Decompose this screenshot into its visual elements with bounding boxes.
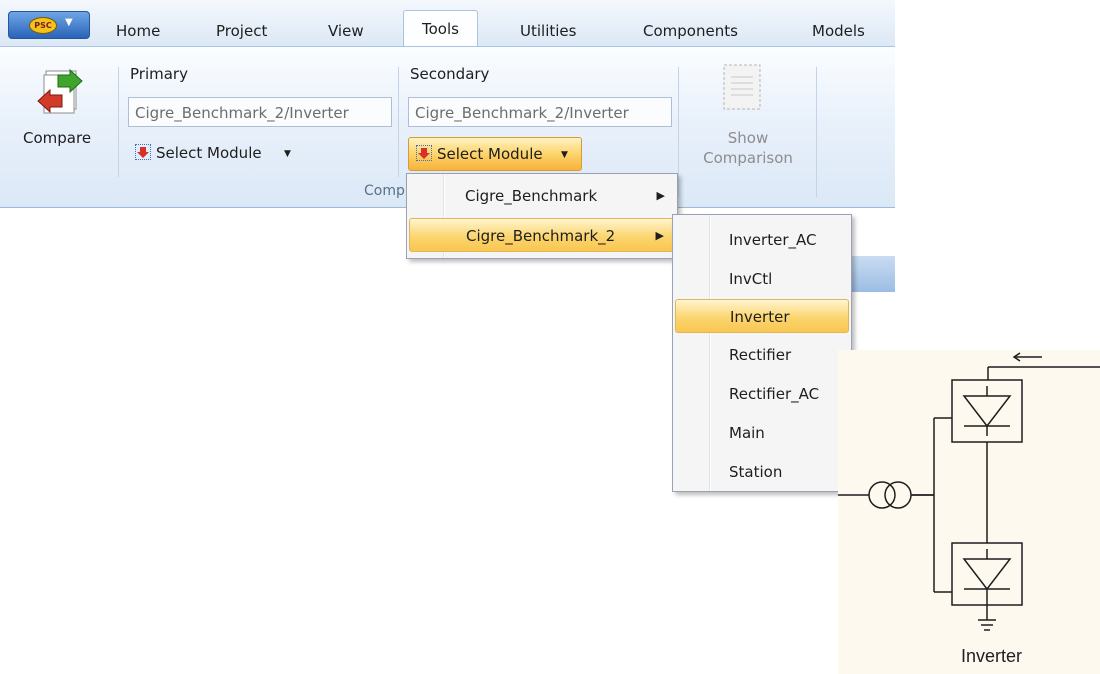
secondary-select-module-label: Select Module xyxy=(437,145,543,163)
secondary-module-field[interactable]: Cigre_Benchmark_2/Inverter xyxy=(408,97,672,127)
menu-item-label: Inverter xyxy=(730,308,790,326)
inverter-schematic xyxy=(838,352,1100,631)
primary-label: Primary xyxy=(130,65,188,83)
ribbon-tab-bar: PSC ▼ Home Project View Tools Utilities … xyxy=(0,0,895,47)
menu-item-label: Inverter_AC xyxy=(729,231,817,249)
tab-models[interactable]: Models xyxy=(812,22,865,40)
chevron-down-icon: ▼ xyxy=(561,150,568,160)
chevron-right-icon: ▶ xyxy=(656,189,665,202)
document-icon xyxy=(723,64,761,110)
secondary-select-module-button[interactable]: Select Module ▼ xyxy=(408,137,582,171)
inverter-module-diagram[interactable]: Inverter xyxy=(838,350,1100,674)
menu-item-main[interactable]: Main xyxy=(675,416,849,450)
group-divider xyxy=(816,67,817,197)
secondary-label: Secondary xyxy=(410,65,490,83)
primary-select-module-label: Select Module xyxy=(156,144,262,162)
chevron-down-icon: ▼ xyxy=(65,17,73,28)
select-module-icon xyxy=(135,144,151,160)
group-divider xyxy=(118,67,119,177)
diagram-label: Inverter xyxy=(961,646,1023,666)
application-menu-button[interactable]: PSC ▼ xyxy=(8,11,90,39)
menu-item-label: Cigre_Benchmark_2 xyxy=(466,227,616,245)
menu-item-rectifier[interactable]: Rectifier xyxy=(675,338,849,372)
compare-icon xyxy=(37,68,83,114)
tab-view[interactable]: View xyxy=(328,22,364,40)
menu-item-inverter-ac[interactable]: Inverter_AC xyxy=(675,223,849,257)
primary-select-module-button[interactable]: Select Module ▼ xyxy=(128,137,308,169)
module-submenu: Inverter_AC InvCtl Inverter Rectifier Re… xyxy=(672,214,852,492)
primary-module-field[interactable]: Cigre_Benchmark_2/Inverter xyxy=(128,97,392,127)
project-menu: Cigre_Benchmark ▶ Cigre_Benchmark_2 ▶ xyxy=(406,173,678,259)
show-comparison-label-line2: Comparison xyxy=(703,149,793,167)
show-comparison-label-line1: Show xyxy=(727,129,769,147)
menu-item-label: Station xyxy=(729,463,783,481)
menu-item-invctl[interactable]: InvCtl xyxy=(675,262,849,296)
tab-project[interactable]: Project xyxy=(216,22,267,40)
chevron-right-icon: ▶ xyxy=(655,229,664,242)
chevron-down-icon: ▼ xyxy=(284,149,291,159)
menu-item-label: InvCtl xyxy=(729,270,773,288)
group-divider xyxy=(398,67,399,177)
menu-item-station[interactable]: Station xyxy=(675,455,849,489)
menu-item-label: Cigre_Benchmark xyxy=(465,187,598,205)
tab-components[interactable]: Components xyxy=(643,22,738,40)
tab-utilities[interactable]: Utilities xyxy=(520,22,576,40)
compare-label: Compare xyxy=(23,129,92,147)
menu-item-label: Rectifier xyxy=(729,346,792,364)
menu-item-inverter[interactable]: Inverter xyxy=(675,299,849,333)
group-divider xyxy=(678,67,679,197)
compare-button[interactable]: Compare xyxy=(20,65,110,155)
menu-item-label: Main xyxy=(729,424,765,442)
menu-item-rectifier-ac[interactable]: Rectifier_AC xyxy=(675,377,849,411)
menu-item-label: Rectifier_AC xyxy=(729,385,820,403)
ribbon-group-label: Comp xyxy=(364,183,405,199)
tab-home[interactable]: Home xyxy=(116,22,160,40)
menu-item-cigre-benchmark[interactable]: Cigre_Benchmark ▶ xyxy=(409,179,675,213)
app-logo-icon: PSC xyxy=(29,17,57,34)
select-module-icon xyxy=(416,145,432,161)
show-comparison-button[interactable]: Show Comparison xyxy=(686,57,810,177)
menu-item-cigre-benchmark-2[interactable]: Cigre_Benchmark_2 ▶ xyxy=(409,218,675,252)
tab-tools[interactable]: Tools xyxy=(403,10,478,47)
